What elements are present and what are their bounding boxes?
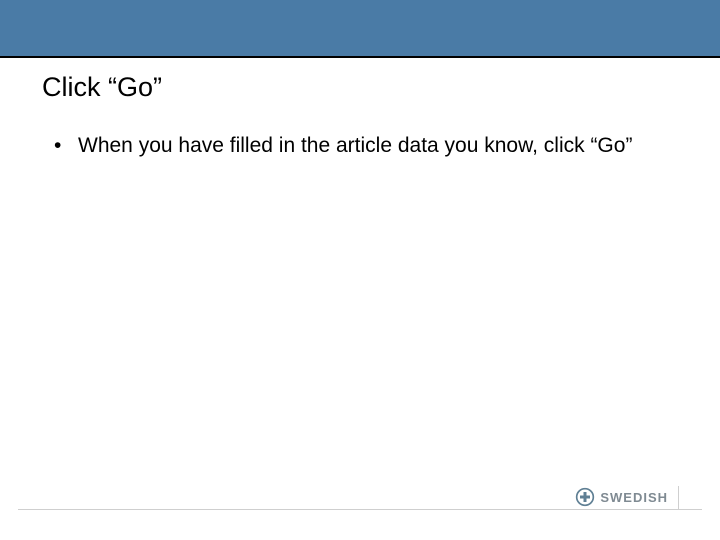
footer-divider-vertical [678,486,679,510]
bullet-dot-icon: • [50,132,78,160]
bullet-text: When you have filled in the article data… [78,132,670,160]
list-item: • When you have filled in the article da… [50,132,670,160]
slide-title: Click “Go” [42,72,162,103]
footer-logo: SWEDISH [575,484,668,510]
footer-logo-text: SWEDISH [600,490,668,505]
slide-content: • When you have filled in the article da… [50,132,670,160]
plus-circle-icon [575,487,595,507]
accent-header-bar [0,0,720,58]
